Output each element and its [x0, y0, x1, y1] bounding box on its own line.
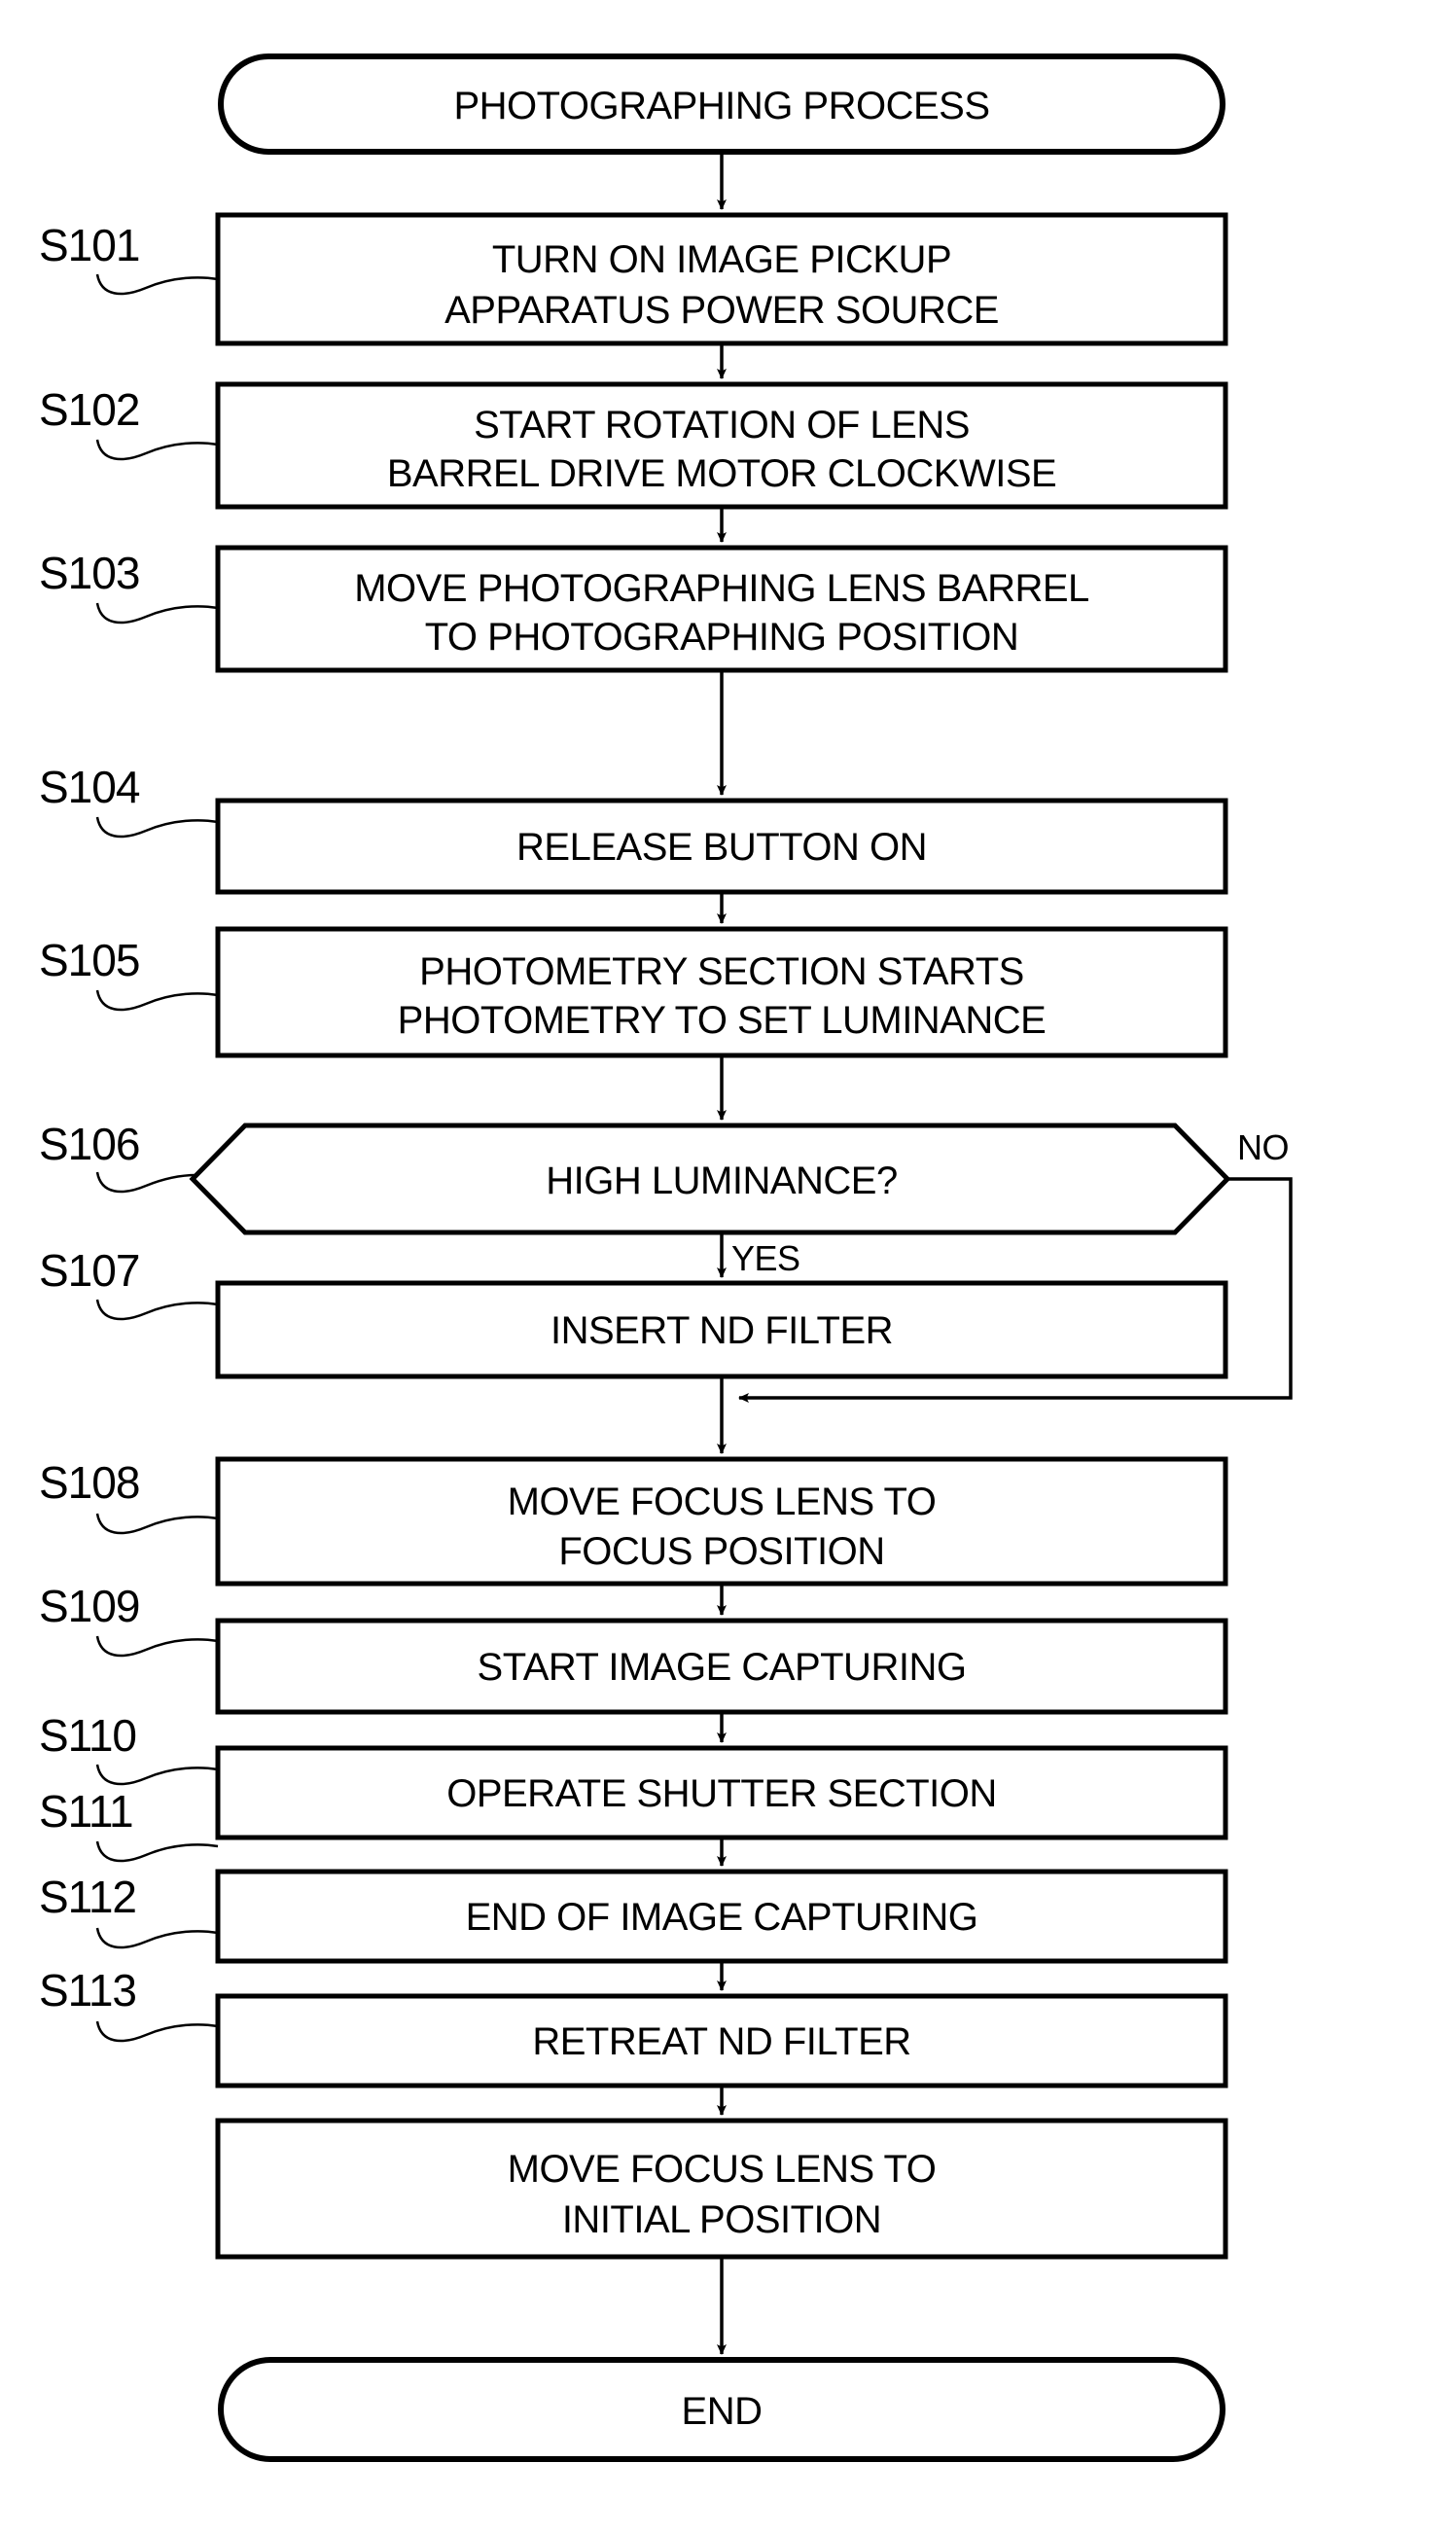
leader-s108: [95, 1513, 219, 1535]
branch-label-no: NO: [1237, 1127, 1289, 1167]
step-ref-s104: S104: [39, 762, 140, 812]
node-s101: TURN ON IMAGE PICKUP APPARATUS POWER SOU…: [215, 212, 1228, 346]
node-s111: END OF IMAGE CAPTURING: [215, 1869, 1228, 1964]
s110-label: OPERATE SHUTTER SECTION: [446, 1772, 997, 1815]
s112-label: RETREAT ND FILTER: [532, 2020, 910, 2063]
leader-s104: [95, 816, 219, 839]
leader-s112: [95, 1927, 219, 1949]
s113-line-1: MOVE FOCUS LENS TO: [508, 2148, 937, 2191]
leader-s105: [95, 989, 219, 1012]
node-s104: RELEASE BUTTON ON: [215, 798, 1228, 895]
s106-label: HIGH LUMINANCE?: [546, 1160, 897, 1202]
s111-label: END OF IMAGE CAPTURING: [466, 1896, 978, 1939]
s109-label: START IMAGE CAPTURING: [478, 1646, 967, 1689]
node-s105: PHOTOMETRY SECTION STARTS PHOTOMETRY TO …: [215, 926, 1228, 1058]
leader-s110: [95, 1764, 219, 1786]
leader-s113: [95, 2020, 219, 2043]
node-s102: START ROTATION OF LENS BARREL DRIVE MOTO…: [215, 381, 1228, 510]
step-ref-s107: S107: [39, 1245, 139, 1296]
node-s113: MOVE FOCUS LENS TO INITIAL POSITION: [215, 2118, 1228, 2260]
leader-s111: [95, 1840, 219, 1863]
flowchart-canvas: PHOTOGRAPHING PROCESS TURN ON IMAGE PICK…: [0, 0, 1456, 2534]
leader-s106: [95, 1171, 197, 1194]
node-s110: OPERATE SHUTTER SECTION: [215, 1745, 1228, 1840]
leader-s102: [95, 439, 219, 461]
node-s103: MOVE PHOTOGRAPHING LENS BARREL TO PHOTOG…: [215, 545, 1228, 673]
s101-line-1: TURN ON IMAGE PICKUP: [492, 238, 951, 281]
node-s106-decision: HIGH LUMINANCE?: [189, 1123, 1231, 1235]
step-ref-s101: S101: [39, 220, 139, 270]
s102-line-1: START ROTATION OF LENS: [474, 404, 970, 446]
end-label: END: [682, 2390, 763, 2433]
step-ref-s109: S109: [39, 1581, 139, 1631]
leader-s101: [95, 273, 219, 296]
leader-s107: [95, 1299, 219, 1321]
node-s108: MOVE FOCUS LENS TO FOCUS POSITION: [215, 1456, 1228, 1587]
s108-line-2: FOCUS POSITION: [558, 1530, 884, 1573]
step-ref-s110: S110: [39, 1710, 136, 1761]
step-ref-s103: S103: [39, 548, 139, 598]
node-s107: INSERT ND FILTER: [215, 1280, 1228, 1379]
node-s112: RETREAT ND FILTER: [215, 1993, 1228, 2088]
step-ref-s113: S113: [39, 1965, 136, 2016]
step-ref-s105: S105: [39, 935, 139, 985]
step-ref-s108: S108: [39, 1457, 139, 1508]
leader-s109: [95, 1635, 219, 1658]
s104-line-1: RELEASE BUTTON ON: [516, 826, 927, 869]
leader-s103: [95, 602, 219, 625]
branch-label-yes: YES: [731, 1238, 800, 1278]
s103-line-2: TO PHOTOGRAPHING POSITION: [425, 616, 1019, 659]
step-ref-s111: S111: [39, 1786, 133, 1837]
s108-line-1: MOVE FOCUS LENS TO: [508, 1481, 937, 1523]
node-end: END: [218, 2357, 1225, 2462]
step-ref-s102: S102: [39, 384, 139, 435]
s103-line-1: MOVE PHOTOGRAPHING LENS BARREL: [354, 567, 1089, 610]
node-start: PHOTOGRAPHING PROCESS: [218, 54, 1225, 155]
s102-line-2: BARREL DRIVE MOTOR CLOCKWISE: [387, 452, 1056, 495]
start-label: PHOTOGRAPHING PROCESS: [453, 85, 989, 127]
step-ref-s106: S106: [39, 1119, 139, 1169]
s105-line-2: PHOTOMETRY TO SET LUMINANCE: [398, 999, 1047, 1042]
s113-line-2: INITIAL POSITION: [562, 2198, 881, 2241]
step-ref-s112: S112: [39, 1872, 136, 1922]
node-s109: START IMAGE CAPTURING: [215, 1618, 1228, 1715]
s101-line-2: APPARATUS POWER SOURCE: [444, 289, 999, 332]
s107-label: INSERT ND FILTER: [550, 1309, 893, 1352]
flowchart-drawing: PHOTOGRAPHING PROCESS TURN ON IMAGE PICK…: [39, 54, 1293, 2462]
s105-line-1: PHOTOMETRY SECTION STARTS: [419, 950, 1024, 993]
